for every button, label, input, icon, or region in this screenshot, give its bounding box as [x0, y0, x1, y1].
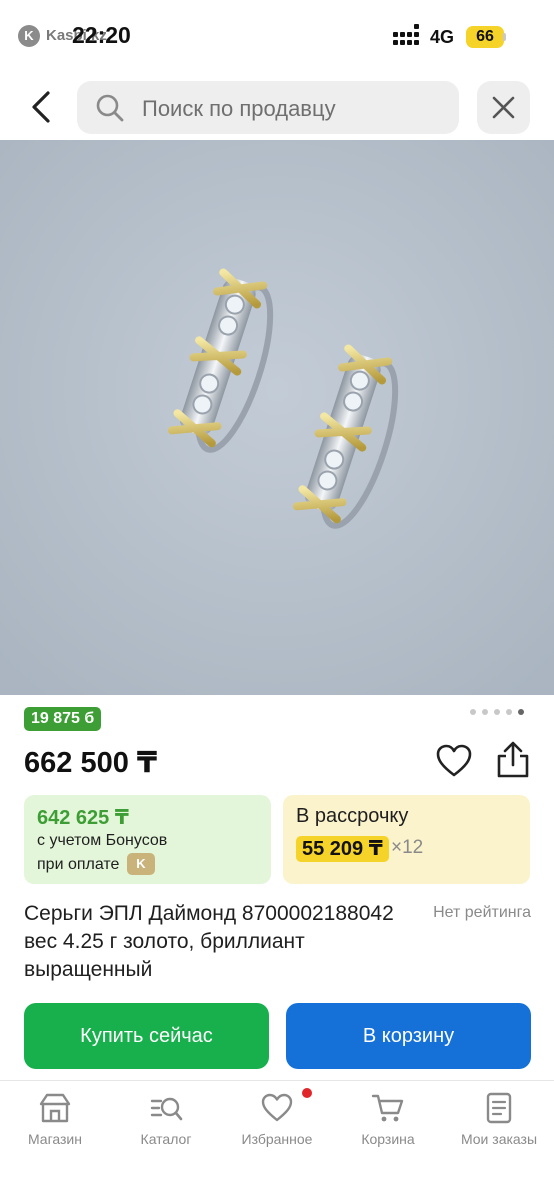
cart-icon — [371, 1094, 404, 1122]
bonus-price-card[interactable]: 642 625 ₸ с учетом Бонусов при оплате K — [24, 795, 271, 884]
gallery-pager — [470, 709, 528, 717]
share-button[interactable] — [494, 740, 532, 780]
nav-label-favorites: Избранное — [241, 1131, 313, 1147]
notification-dot — [302, 1088, 312, 1098]
bonus-badge: 19 875 б — [24, 707, 102, 731]
kaspi-logo-icon: K — [18, 25, 40, 47]
pager-dot — [506, 709, 512, 715]
search-icon — [96, 94, 124, 122]
pager-dot — [470, 709, 476, 715]
buy-now-button[interactable]: Купить сейчас — [24, 1003, 269, 1069]
installment-amount: 55 209 ₸ — [296, 836, 389, 862]
chevron-left-icon — [32, 91, 50, 123]
battery-icon: 66 — [466, 26, 504, 48]
product-price: 662 500 ₸ — [24, 747, 158, 779]
favorite-button[interactable] — [435, 742, 473, 780]
product-rating: Нет рейтинга — [433, 904, 531, 921]
installment-card[interactable]: В рассрочку 55 209 ₸ ×12 — [283, 795, 530, 884]
product-title: Серьги ЭПЛ Даймонд 8700002188042 вес 4.2… — [24, 902, 394, 981]
store-icon — [39, 1093, 71, 1123]
close-button[interactable] — [477, 81, 530, 134]
bonus-price: 642 625 ₸ — [37, 807, 129, 829]
kaspi-badge-icon: K — [127, 853, 155, 875]
battery-tip — [503, 33, 506, 41]
nav-label-store: Магазин — [27, 1131, 82, 1147]
add-to-cart-button[interactable]: В корзину — [286, 1003, 531, 1069]
nav-item-cart[interactable]: Корзина — [338, 1091, 438, 1161]
orders-icon — [486, 1092, 512, 1124]
pager-dot — [482, 709, 488, 715]
signal-icon — [393, 24, 423, 48]
nav-item-orders[interactable]: Мои заказы — [449, 1091, 549, 1161]
search-input[interactable]: Поиск по продавцу — [77, 81, 459, 134]
catalog-icon — [150, 1097, 183, 1121]
nav-label-cart: Корзина — [361, 1131, 415, 1147]
pager-dot — [494, 709, 500, 715]
bonus-line-2: при оплате — [37, 856, 120, 873]
nav-label-catalog: Каталог — [140, 1131, 192, 1147]
nav-item-catalog[interactable]: Каталог — [116, 1091, 216, 1161]
bonus-line-1: с учетом Бонусов — [37, 832, 168, 849]
status-time: 22:20 — [72, 22, 131, 48]
earrings-photo — [0, 140, 554, 695]
heart-icon — [436, 744, 472, 777]
nav-label-orders: Мои заказы — [460, 1131, 538, 1147]
product-image[interactable] — [0, 140, 554, 695]
pager-dot-active — [518, 709, 524, 715]
installment-title: В рассрочку — [296, 805, 409, 827]
status-bar: K Kaspi.kz 22:20 4G 66 — [0, 0, 554, 64]
nav-item-favorites[interactable]: Избранное — [227, 1091, 327, 1161]
nav-item-store[interactable]: Магазин — [5, 1091, 105, 1161]
bottom-nav: Магазин Каталог Избранное Корзина Мои за… — [0, 1080, 554, 1200]
close-icon — [492, 96, 515, 119]
share-icon — [497, 741, 529, 778]
network-type: 4G — [430, 27, 455, 47]
search-header: Поиск по продавцу — [0, 64, 554, 140]
installment-months: ×12 — [391, 837, 424, 858]
back-button[interactable] — [20, 82, 64, 132]
heart-icon — [261, 1093, 293, 1122]
search-placeholder: Поиск по продавцу — [142, 96, 336, 121]
